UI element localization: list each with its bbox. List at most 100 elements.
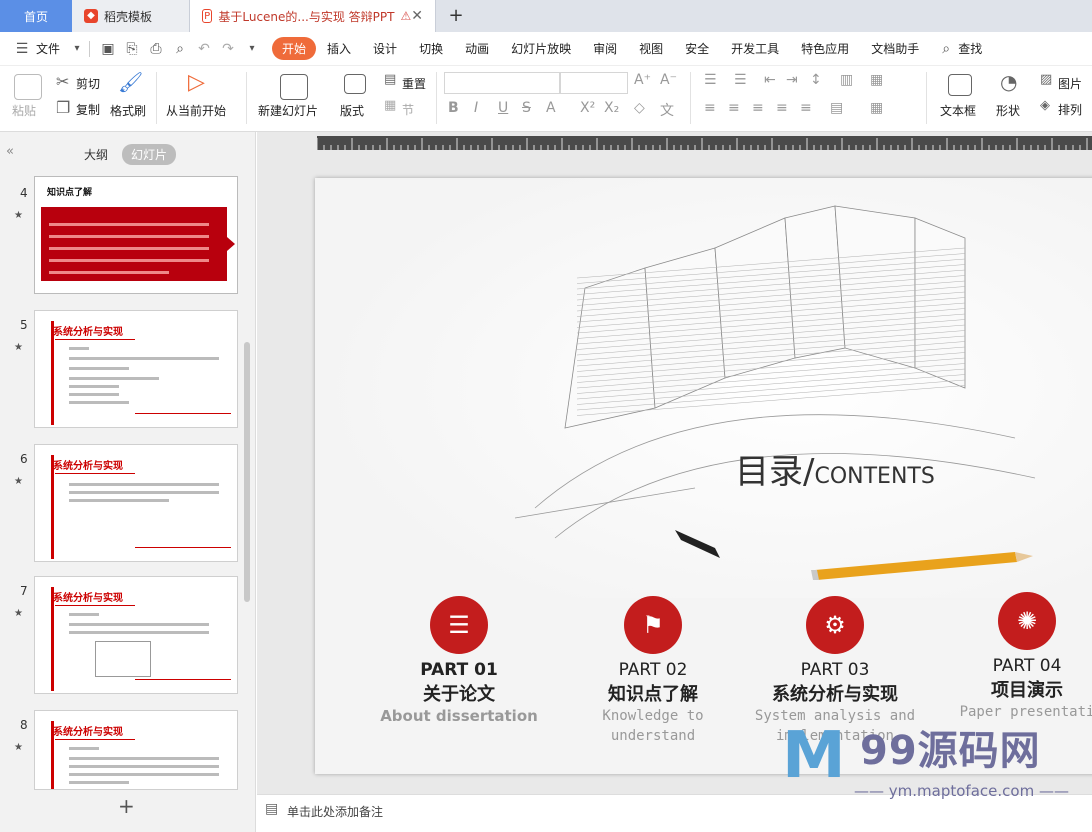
tab-slideshow[interactable]: 幻灯片放映: [500, 40, 582, 57]
watermark-url: —— ym.maptoface.com ——: [854, 782, 1069, 800]
slide-title[interactable]: 目录/CONTENTS: [735, 444, 935, 493]
undo-icon[interactable]: ↶: [192, 41, 216, 57]
horizontal-ruler[interactable]: [317, 136, 1092, 150]
paste-icon[interactable]: [14, 74, 42, 100]
tab-doc-assistant[interactable]: 文档助手: [860, 40, 930, 57]
close-icon[interactable]: ✕: [411, 8, 423, 24]
tab-document[interactable]: P 基于Lucene的...与实现 答辩PPT ⚠ ✕: [190, 0, 436, 32]
tab-view[interactable]: 视图: [628, 40, 674, 57]
watermark-logo: M: [782, 719, 846, 793]
font-shrink-icon[interactable]: A⁻: [660, 72, 677, 88]
tab-outline[interactable]: 大纲: [84, 146, 108, 163]
arrange-button[interactable]: 排列: [1058, 101, 1082, 118]
hamburger-icon[interactable]: ☰: [10, 41, 34, 57]
tab-home[interactable]: 首页: [0, 0, 72, 32]
customize-icon[interactable]: ▾: [240, 43, 264, 54]
subscript-icon[interactable]: X₂: [604, 100, 619, 116]
docer-icon: ◆: [84, 9, 98, 23]
align-right-icon[interactable]: ≡: [752, 100, 764, 116]
slide[interactable]: 目录/CONTENTS ☰ PART 01 关于论文 About dissert…: [315, 178, 1092, 774]
clear-format-icon[interactable]: ◇: [634, 100, 645, 116]
add-slide-button[interactable]: +: [118, 794, 135, 818]
text-box-icon[interactable]: [948, 74, 972, 96]
tab-design[interactable]: 设计: [362, 40, 408, 57]
layout-icon[interactable]: [344, 74, 366, 94]
layout-button[interactable]: 版式: [340, 102, 364, 119]
text-box-button[interactable]: 文本框: [940, 102, 976, 119]
new-tab-button[interactable]: +: [436, 0, 476, 32]
underline-icon[interactable]: U: [498, 100, 508, 116]
save-icon[interactable]: ▣: [96, 41, 120, 57]
tab-insert[interactable]: 插入: [316, 40, 362, 57]
search-button[interactable]: 查找: [958, 40, 993, 57]
align-left-icon[interactable]: ≡: [704, 100, 716, 116]
signpost-icon: ⚑: [624, 596, 682, 654]
part-02[interactable]: ⚑ PART 02 知识点了解 Knowledge to understand: [553, 596, 753, 746]
text-direction-icon[interactable]: ▦: [870, 72, 883, 88]
font-grow-icon[interactable]: A⁺: [634, 72, 651, 88]
indent-increase-icon[interactable]: ⇥: [786, 72, 798, 88]
superscript-icon[interactable]: X²: [580, 100, 595, 116]
align-center-icon[interactable]: ≡: [728, 100, 740, 116]
warning-icon: ⚠: [400, 9, 412, 23]
tab-review[interactable]: 审阅: [582, 40, 628, 57]
search-icon[interactable]: ⌕: [934, 41, 958, 57]
tab-home-ribbon[interactable]: 开始: [272, 37, 317, 60]
bold-icon[interactable]: B: [448, 100, 459, 116]
chevron-down-icon[interactable]: ▾: [71, 43, 83, 54]
indent-decrease-icon[interactable]: ⇤: [764, 72, 776, 88]
tab-features[interactable]: 特色应用: [790, 40, 860, 57]
notes-placeholder: 单击此处添加备注: [287, 805, 384, 819]
reset-button[interactable]: 重置: [402, 75, 426, 92]
slide-thumbnail[interactable]: 系统分析与实现: [34, 710, 238, 790]
cut-button[interactable]: 剪切: [76, 75, 100, 92]
print-icon[interactable]: ⎙: [144, 41, 168, 57]
tab-docer[interactable]: ◆ 稻壳模板: [72, 0, 190, 32]
slide-thumbnail[interactable]: 系统分析与实现: [34, 444, 238, 562]
view-switch: 大纲 幻灯片: [84, 144, 177, 165]
italic-icon[interactable]: I: [474, 100, 478, 116]
print-preview-icon[interactable]: ⌕: [168, 41, 192, 57]
slide-thumbnail[interactable]: 系统分析与实现: [34, 576, 238, 694]
collapse-panel-icon[interactable]: «: [6, 144, 14, 159]
notes-icon: ▤: [265, 801, 279, 817]
tab-animations[interactable]: 动画: [454, 40, 500, 57]
tab-developer[interactable]: 开发工具: [720, 40, 790, 57]
phonetic-icon[interactable]: 文: [660, 100, 674, 120]
font-name-select[interactable]: [444, 72, 560, 94]
part-04[interactable]: ✺ PART 04 项目演示 Paper presentati: [927, 592, 1092, 722]
paste-button[interactable]: 粘贴: [12, 102, 36, 119]
tab-security[interactable]: 安全: [674, 40, 720, 57]
columns-icon[interactable]: ▥: [840, 72, 853, 88]
numbering-icon[interactable]: ☰: [734, 72, 747, 88]
font-color-icon[interactable]: A: [546, 100, 556, 116]
font-size-select[interactable]: [560, 72, 628, 94]
smartart-icon[interactable]: ▦: [870, 100, 883, 116]
slide-number: 6: [20, 452, 28, 466]
shape-button[interactable]: 形状: [996, 102, 1020, 119]
text-align-icon[interactable]: ▤: [830, 100, 843, 116]
part-01[interactable]: ☰ PART 01 关于论文 About dissertation: [359, 596, 559, 726]
redo-icon[interactable]: ↷: [216, 41, 240, 57]
bullets-icon[interactable]: ☰: [704, 72, 717, 88]
line-spacing-icon[interactable]: ↕: [810, 72, 822, 88]
export-icon[interactable]: ⎘: [120, 41, 144, 57]
section-button[interactable]: 节: [402, 101, 414, 118]
divider: [156, 72, 157, 124]
copy-button[interactable]: 复制: [76, 101, 100, 118]
strikethrough-icon[interactable]: S: [522, 100, 531, 116]
distribute-icon[interactable]: ≡: [800, 100, 812, 116]
slide-thumbnail[interactable]: 系统分析与实现: [34, 310, 238, 428]
slide-thumbnail[interactable]: 知识点了解: [34, 176, 238, 294]
tab-slides[interactable]: 幻灯片: [122, 144, 177, 165]
thumbnail-scrollbar[interactable]: [244, 342, 250, 602]
new-slide-button[interactable]: 新建幻灯片: [258, 102, 318, 119]
play-from-current-button[interactable]: 从当前开始: [166, 102, 226, 119]
justify-icon[interactable]: ≡: [776, 100, 788, 116]
format-painter-button[interactable]: 格式刷: [110, 102, 146, 119]
slide-panel: « 大纲 幻灯片 4 ★ 知识点了解 5 ★ 系统分析与实现 6 ★ 系统分析与…: [0, 132, 256, 832]
picture-button[interactable]: 图片: [1058, 75, 1082, 92]
file-menu[interactable]: 文件: [34, 40, 71, 57]
new-slide-icon[interactable]: [280, 74, 308, 100]
tab-transitions[interactable]: 切换: [408, 40, 454, 57]
